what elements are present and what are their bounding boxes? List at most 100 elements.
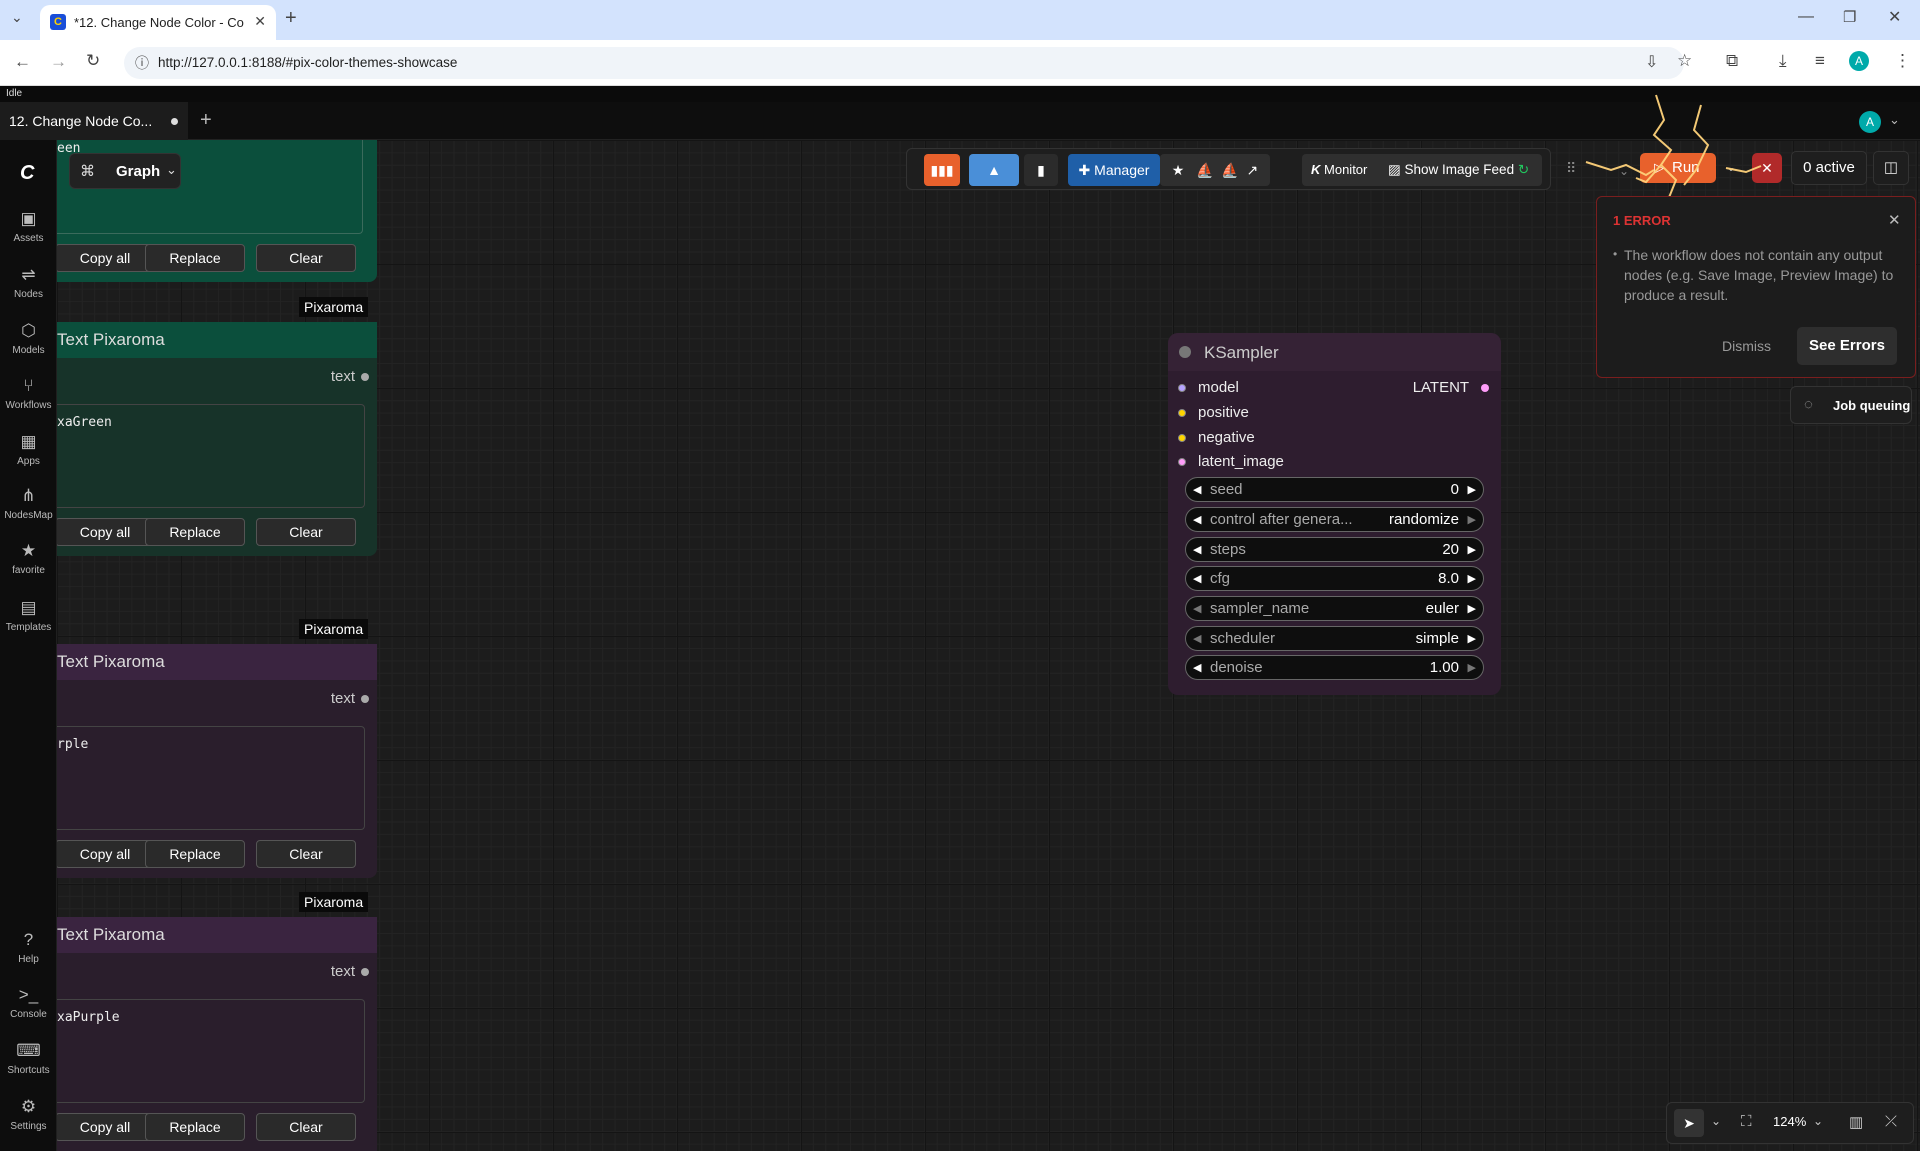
denoise-widget[interactable]: ◀ denoise 1.00 ▶ [1185,655,1484,680]
copy-all-button[interactable]: Copy all [57,840,155,868]
copy-all-button[interactable]: Copy all [57,1113,155,1141]
browser-menu-icon[interactable]: ⋮ [1894,51,1911,71]
input-slot-model[interactable]: model [1178,379,1239,396]
sidebar-item-nodesmap[interactable]: ⋔ NodesMap [0,485,57,521]
restore-icon[interactable]: ❐ [1843,8,1856,26]
decrement-arrow-icon[interactable]: ◀ [1193,661,1201,674]
sidebar-item-templates[interactable]: ▤ Templates [0,597,57,633]
output-slot-latent[interactable]: LATENT [1413,379,1489,396]
sidebar-item-shortcuts[interactable]: ⌨ Shortcuts [0,1040,57,1076]
bookmark-icon[interactable]: ▮ [1024,154,1058,186]
active-jobs-badge[interactable]: 0 active [1791,151,1867,185]
dismiss-button[interactable]: Dismiss [1722,338,1771,354]
sidebar-item-console[interactable]: >_ Console [0,984,57,1020]
input-slot-negative[interactable]: negative [1178,429,1255,446]
fit-view-icon[interactable]: ⛶ [1741,1113,1752,1130]
node-header[interactable]: KSampler [1168,333,1501,371]
text-pixaroma-node-purple[interactable]: text rple Copy all Replace Clear [57,680,377,878]
job-queue-indicator[interactable]: ◌ Job queuing [1790,386,1912,424]
see-errors-button[interactable]: See Errors [1797,327,1897,365]
sidebar-item-workflows[interactable]: ⑂ Workflows [0,375,57,411]
new-workflow-icon[interactable]: + [200,109,212,132]
clear-button[interactable]: Clear [256,518,356,546]
sail-alt-icon[interactable]: ⛵ [1221,162,1238,178]
decrement-arrow-icon[interactable]: ◀ [1193,483,1201,496]
seed-widget[interactable]: ◀ seed 0 ▶ [1185,477,1484,502]
share-icon[interactable]: ↗ [1246,162,1258,178]
increment-arrow-icon[interactable]: ▶ [1468,483,1476,496]
replace-button[interactable]: Replace [145,244,245,272]
reload-icon[interactable]: ↻ [86,51,100,71]
increment-arrow-icon[interactable]: ▶ [1468,602,1476,615]
steps-widget[interactable]: ◀ steps 20 ▶ [1185,537,1484,562]
media-icon[interactable]: ≡ [1815,51,1825,71]
increment-arrow-icon[interactable]: ▶ [1468,543,1476,556]
extensions-icon[interactable]: ⧉ [1726,51,1738,71]
sidebar-item-apps[interactable]: ▦ Apps [0,431,57,467]
pixaroma-logo-icon[interactable]: ▲ [969,154,1019,186]
workflow-tab[interactable]: 12. Change Node Co... [0,102,188,140]
back-icon[interactable]: ← [14,52,31,72]
clear-button[interactable]: Clear [256,1113,356,1141]
text-pixaroma-node-purple[interactable]: text xaPurple Copy all Replace Clear [57,953,377,1151]
output-text-slot[interactable]: text [331,963,369,980]
sampler-name-widget[interactable]: ◀ sampler_name euler ▶ [1185,596,1484,621]
clear-button[interactable]: Clear [256,244,356,272]
sidebar-item-favorite[interactable]: ★ favorite [0,540,57,576]
hide-links-icon[interactable]: ⤫ [1885,1113,1897,1130]
text-area[interactable]: xaGreen [57,404,365,508]
profile-avatar[interactable]: A [1849,51,1869,71]
comfy-logo-icon[interactable]: C [20,162,34,185]
node-header[interactable]: Text Pixaroma [57,644,377,680]
site-info-icon[interactable]: ⓘ [135,53,149,73]
decrement-arrow-icon[interactable]: ◀ [1193,572,1201,585]
input-slot-positive[interactable]: positive [1178,404,1249,421]
tab-search-icon[interactable]: ⌄ [11,9,23,26]
output-text-slot[interactable]: text [331,368,369,385]
monitor-button[interactable]: K Monitor [1311,154,1367,186]
copy-all-button[interactable]: Copy all [57,244,155,272]
new-tab-icon[interactable]: + [285,7,297,30]
copy-all-button[interactable]: Copy all [57,518,155,546]
text-area[interactable]: xaPurple [57,999,365,1103]
forward-icon[interactable]: → [50,52,67,72]
downloads-icon[interactable]: ⤓ [1779,51,1787,71]
decrement-arrow-icon[interactable]: ◀ [1193,632,1201,645]
manager-button[interactable]: ✚ Manager [1068,154,1160,186]
scheduler-widget[interactable]: ◀ scheduler simple ▶ [1185,626,1484,651]
graph-selector[interactable]: ⌘ Graph ⌄ [69,153,181,189]
control-after-generate-widget[interactable]: ◀ control after genera... randomize ▶ [1185,507,1484,532]
select-tool-icon[interactable]: ➤ [1674,1109,1704,1137]
replace-button[interactable]: Replace [145,840,245,868]
clear-button[interactable]: Clear [256,840,356,868]
sidebar-item-help[interactable]: ? Help [0,929,57,965]
collapse-dot-icon[interactable] [1179,346,1191,358]
minimize-icon[interactable]: — [1798,8,1814,26]
sidebar-item-nodes[interactable]: ⇌ Nodes [0,264,57,300]
ksampler-node[interactable]: KSampler model positive negative latent_… [1168,333,1501,695]
bookmark-star-icon[interactable]: ☆ [1677,51,1692,71]
chevron-down-icon[interactable]: ⌄ [1813,1114,1823,1128]
star-icon[interactable]: ★ [1172,162,1185,178]
install-app-icon[interactable]: ⇩ [1645,52,1658,72]
audio-bars-icon[interactable]: ▮▮▮ [924,154,960,186]
sidebar-item-assets[interactable]: ▣ Assets [0,208,57,244]
increment-arrow-icon[interactable]: ▶ [1468,513,1476,526]
replace-button[interactable]: Replace [145,1113,245,1141]
replace-button[interactable]: Replace [145,518,245,546]
browser-tab[interactable]: C *12. Change Node Color - Com ✕ [40,5,276,40]
sidebar-item-models[interactable]: ⬡ Models [0,320,57,356]
zoom-level[interactable]: 124% [1773,1114,1806,1129]
input-slot-latent-image[interactable]: latent_image [1178,453,1284,470]
decrement-arrow-icon[interactable]: ◀ [1193,513,1201,526]
increment-arrow-icon[interactable]: ▶ [1468,661,1476,674]
node-header[interactable]: Text Pixaroma [57,917,377,953]
text-area[interactable]: rple [57,726,365,830]
increment-arrow-icon[interactable]: ▶ [1468,572,1476,585]
decrement-arrow-icon[interactable]: ◀ [1193,543,1201,556]
address-bar[interactable]: ⓘ http://127.0.0.1:8188/#pix-color-theme… [124,47,1692,79]
chevron-down-icon[interactable]: ⌄ [1711,1114,1721,1128]
drag-handle-icon[interactable]: ⠿ [1566,160,1576,177]
toggle-panel-icon[interactable]: ◫ [1873,151,1909,185]
decrement-arrow-icon[interactable]: ◀ [1193,602,1201,615]
